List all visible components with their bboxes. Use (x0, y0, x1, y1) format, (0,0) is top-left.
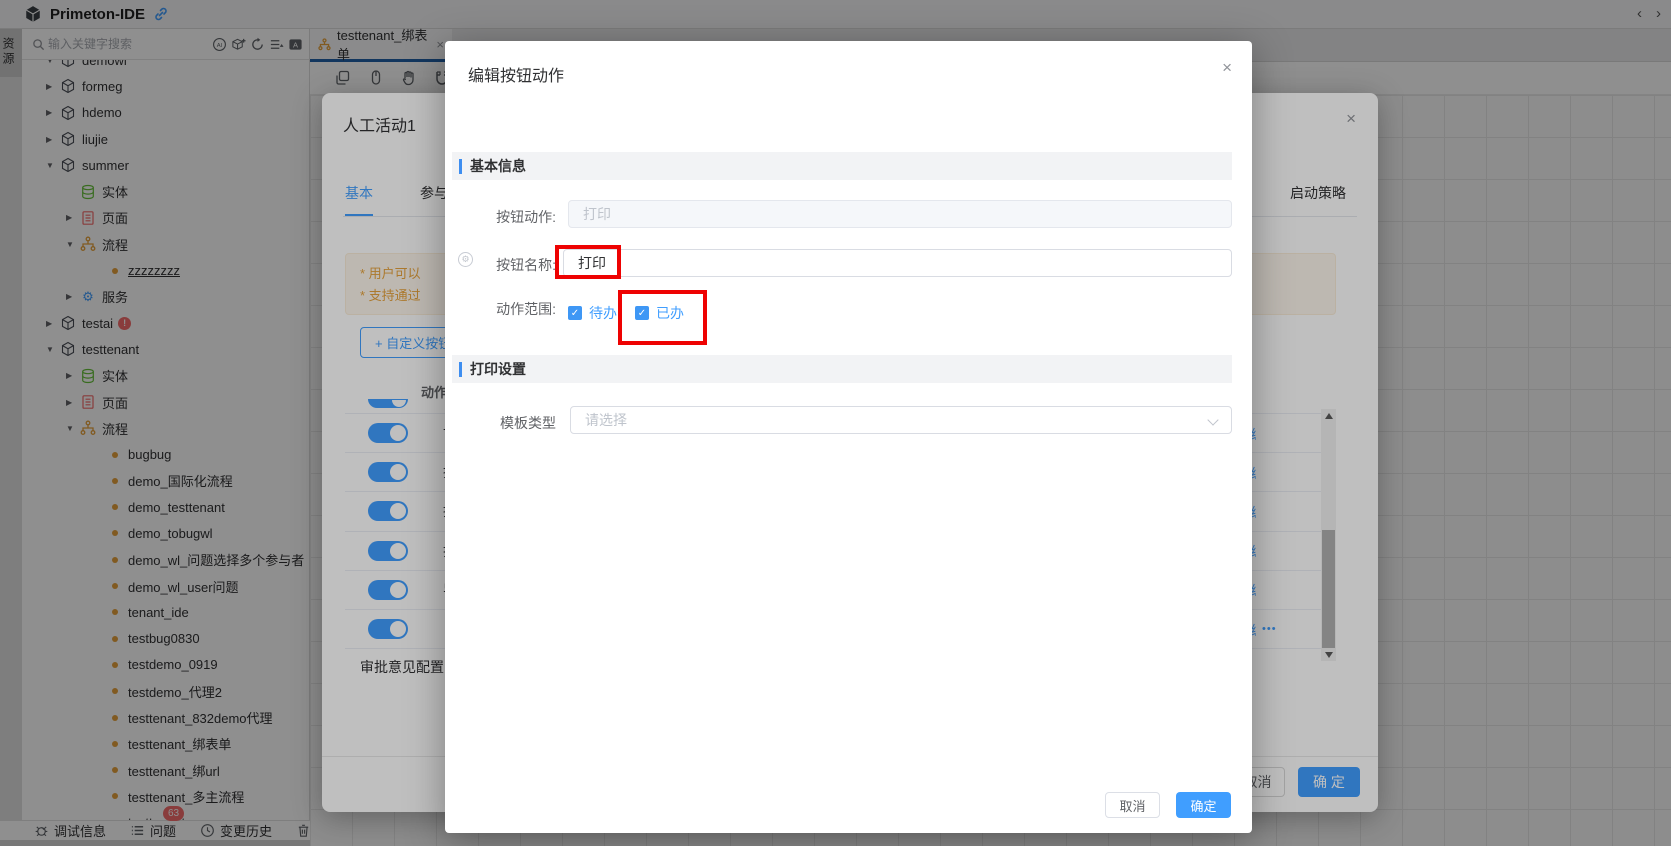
button-name-field[interactable] (563, 249, 1232, 277)
checkbox-checked-icon[interactable]: ✓ (568, 306, 582, 320)
section-title: 基本信息 (470, 156, 526, 176)
button-name-label: 按钮名称: (445, 255, 556, 275)
button-action-label: 按钮动作: (445, 207, 556, 227)
modal-cancel-button[interactable]: 取消 (1105, 792, 1160, 818)
section-title: 打印设置 (470, 359, 526, 379)
section-basic-info: 基本信息 (452, 152, 1232, 180)
screen: Primeton-IDE ‹ › 资源 AI A (0, 0, 1671, 846)
scope-option-label: 待办 (589, 303, 617, 323)
scope-option[interactable]: ✓ 待办 (568, 303, 617, 323)
chevron-down-icon (1207, 414, 1218, 425)
modal-ok-button[interactable]: 确定 (1176, 792, 1231, 818)
select-placeholder: 请选择 (585, 410, 627, 430)
modal-title: 编辑按钮动作 (468, 62, 564, 86)
annotation-box-button-name (555, 245, 621, 279)
template-type-label: 模板类型 (445, 413, 556, 433)
template-type-select[interactable]: 请选择 (570, 406, 1232, 434)
section-print-settings: 打印设置 (452, 355, 1232, 383)
action-scope-label: 动作范围: (445, 299, 556, 319)
edit-button-action-modal: 编辑按钮动作 × 基本信息 按钮动作: ⚙ 按钮名称: 动作范围: ✓ 待办 ✓… (445, 41, 1252, 833)
modal-close-icon[interactable]: × (1222, 58, 1232, 78)
annotation-box-done-scope (618, 290, 707, 345)
button-action-field (568, 200, 1232, 228)
